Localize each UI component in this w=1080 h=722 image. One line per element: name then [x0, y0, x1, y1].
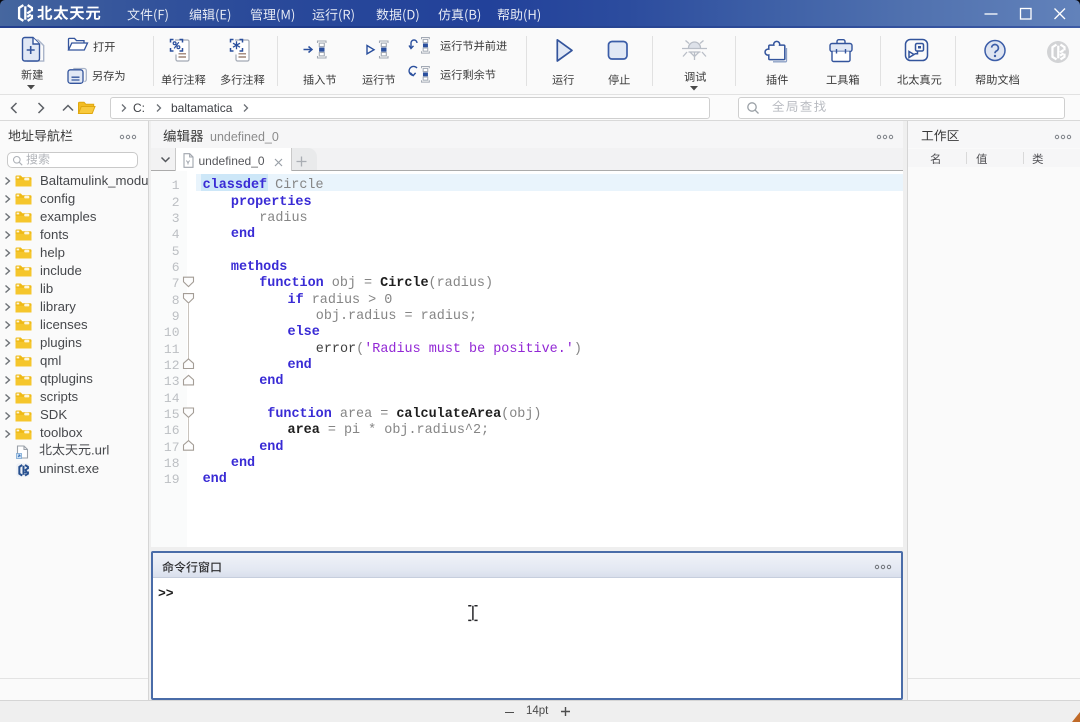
svg-text:.url: .url — [91, 442, 109, 457]
